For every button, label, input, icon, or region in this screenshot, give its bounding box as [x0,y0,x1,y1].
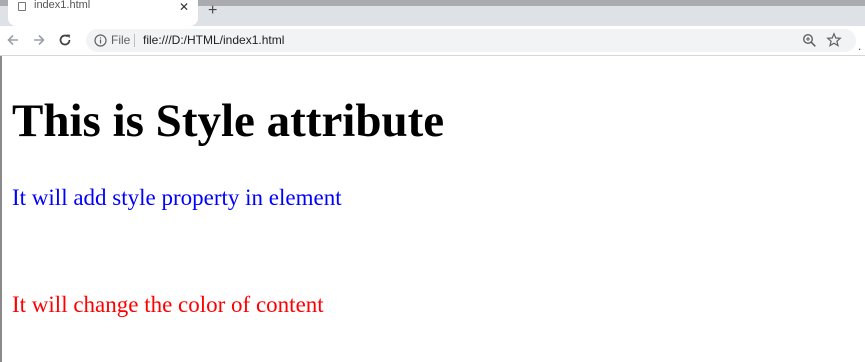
arrow-left-icon [7,34,18,46]
star-icon[interactable] [826,32,842,48]
page-heading: This is Style attribute [12,95,445,147]
paragraph-red: It will change the color of content [12,292,324,317]
scheme-label: File [111,33,131,47]
menu-button[interactable]: . [858,39,861,53]
zoom-icon[interactable] [802,33,817,48]
file-icon [18,2,26,11]
tab-strip: index1.html ✕ + [0,0,865,26]
back-button[interactable] [4,31,22,49]
reload-button[interactable] [56,31,74,49]
toolbar: File file:///D:/HTML/index1.html [0,26,865,56]
tab-index1[interactable]: index1.html ✕ [8,0,198,26]
divider [134,34,135,47]
url-text[interactable]: file:///D:/HTML/index1.html [143,33,284,47]
reload-icon [59,34,71,46]
browser-window: index1.html ✕ + File file:///D:/HTML/ind… [0,0,865,362]
address-bar[interactable]: File file:///D:/HTML/index1.html [86,29,856,52]
tab-title: index1.html [34,0,91,11]
info-icon[interactable] [94,34,107,47]
arrow-right-icon [34,34,45,46]
page-viewport: This is Style attribute It will add styl… [0,56,865,362]
close-icon[interactable]: ✕ [179,0,189,14]
new-tab-button[interactable]: + [208,3,217,19]
paragraph-blue: It will add style property in element [12,185,342,210]
forward-button[interactable] [30,31,48,49]
